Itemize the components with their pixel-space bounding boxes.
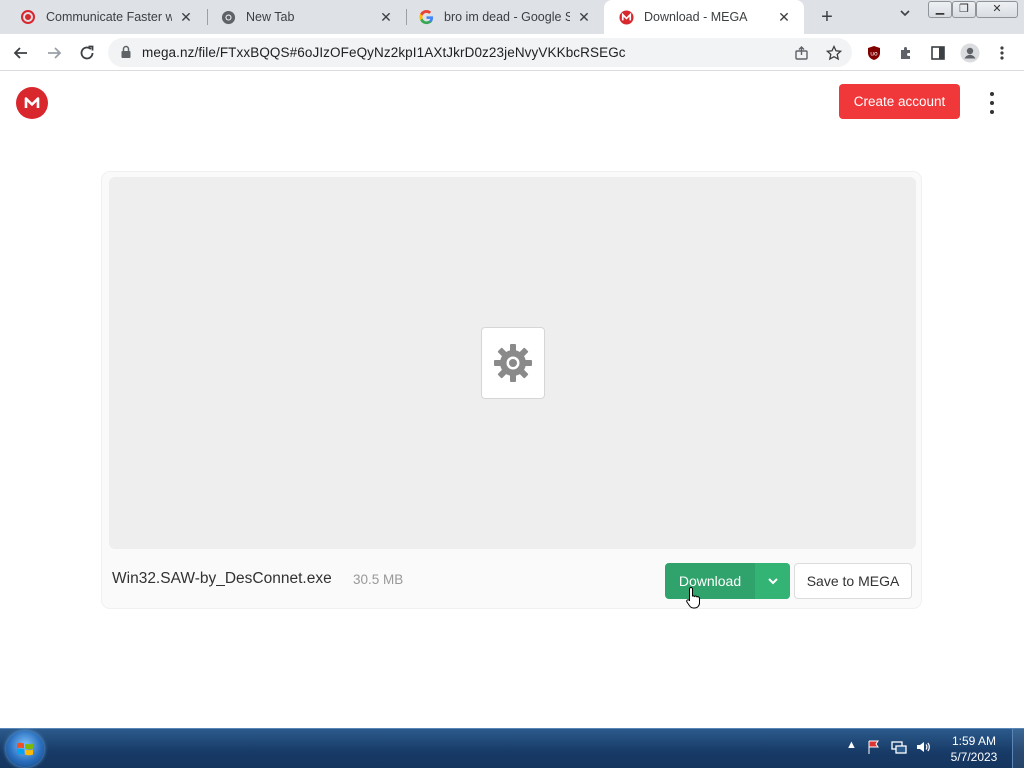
download-button[interactable]: Download bbox=[665, 563, 790, 599]
page-menu-icon[interactable] bbox=[982, 92, 1002, 114]
tab-title: Communicate Faster with bbox=[46, 10, 172, 24]
minimize-button[interactable]: ▁ bbox=[928, 1, 952, 18]
tab-mega-download[interactable]: Download - MEGA ✕ bbox=[604, 0, 804, 34]
executable-file-icon bbox=[481, 327, 545, 399]
file-card: Win32.SAW-by_DesConnet.exe 30.5 MB Downl… bbox=[102, 172, 921, 608]
address-bar[interactable]: mega.nz/file/FTxxBQQS#6oJIzOFeQyNz2kpI1A… bbox=[108, 38, 852, 67]
reload-icon[interactable] bbox=[74, 40, 100, 66]
close-icon[interactable]: ✕ bbox=[178, 9, 194, 25]
gear-icon bbox=[494, 344, 532, 382]
browser-menu-icon[interactable] bbox=[989, 40, 1015, 66]
tab-new-tab[interactable]: New Tab ✕ bbox=[206, 0, 406, 34]
mega-logo-icon[interactable] bbox=[16, 87, 48, 119]
show-desktop-button[interactable] bbox=[1012, 729, 1024, 768]
google-icon bbox=[418, 9, 434, 25]
download-label: Download bbox=[678, 573, 742, 589]
tab-google-search[interactable]: bro im dead - Google Se ✕ bbox=[404, 0, 604, 34]
volume-speaker-icon[interactable] bbox=[915, 739, 931, 758]
close-window-button[interactable]: ✕ bbox=[976, 1, 1018, 18]
show-hidden-icons-arrow-icon[interactable]: ▲ bbox=[846, 739, 857, 751]
tab-title: bro im dead - Google Se bbox=[444, 10, 570, 24]
file-size: 30.5 MB bbox=[353, 572, 404, 587]
back-arrow-icon[interactable] bbox=[8, 40, 34, 66]
restore-button[interactable]: ❐ bbox=[952, 1, 976, 18]
record-icon bbox=[20, 9, 36, 25]
system-clock[interactable]: 1:59 AM 5/7/2023 bbox=[945, 733, 1003, 765]
file-preview-area bbox=[109, 177, 916, 549]
tab-communicate[interactable]: Communicate Faster with ✕ bbox=[6, 0, 206, 34]
windows-taskbar: ▲ 1:59 AM 5/7/2023 bbox=[0, 728, 1024, 768]
start-button[interactable] bbox=[6, 731, 44, 767]
tab-search-chevron-icon[interactable] bbox=[893, 6, 917, 28]
action-center-flag-icon[interactable] bbox=[866, 739, 882, 758]
close-icon[interactable]: ✕ bbox=[576, 9, 592, 25]
extensions-puzzle-icon[interactable] bbox=[893, 40, 919, 66]
new-tab-button[interactable]: + bbox=[815, 5, 839, 29]
bookmark-star-icon[interactable] bbox=[821, 40, 847, 66]
url-text: mega.nz/file/FTxxBQQS#6oJIzOFeQyNz2kpI1A… bbox=[142, 45, 626, 60]
tab-title: New Tab bbox=[246, 10, 295, 24]
side-panel-icon[interactable] bbox=[925, 40, 951, 66]
share-icon[interactable] bbox=[789, 40, 815, 66]
network-icon[interactable] bbox=[891, 739, 907, 758]
tab-title: Download - MEGA bbox=[644, 10, 748, 24]
tab-strip: Communicate Faster with ✕ New Tab ✕ bro … bbox=[0, 0, 1024, 34]
browser-toolbar: mega.nz/file/FTxxBQQS#6oJIzOFeQyNz2kpI1A… bbox=[0, 34, 1024, 71]
create-account-button[interactable]: Create account bbox=[839, 84, 960, 119]
ublock-shield-icon[interactable]: uo bbox=[861, 40, 887, 66]
download-options-chevron-icon[interactable] bbox=[755, 563, 790, 599]
file-name: Win32.SAW-by_DesConnet.exe bbox=[112, 570, 332, 587]
save-to-mega-button[interactable]: Save to MEGA bbox=[794, 563, 912, 599]
hand-cursor-icon bbox=[686, 586, 702, 615]
close-icon[interactable]: ✕ bbox=[776, 9, 792, 25]
forward-arrow-icon[interactable] bbox=[41, 40, 67, 66]
clock-date: 5/7/2023 bbox=[950, 750, 998, 764]
clock-time: 1:59 AM bbox=[951, 734, 997, 748]
windows-logo-icon bbox=[17, 742, 33, 756]
close-icon[interactable]: ✕ bbox=[378, 9, 394, 25]
profile-avatar-icon[interactable] bbox=[957, 40, 983, 66]
mega-icon bbox=[618, 9, 634, 25]
chrome-icon bbox=[220, 9, 236, 25]
svg-text:uo: uo bbox=[870, 51, 878, 58]
lock-icon[interactable] bbox=[120, 45, 132, 64]
